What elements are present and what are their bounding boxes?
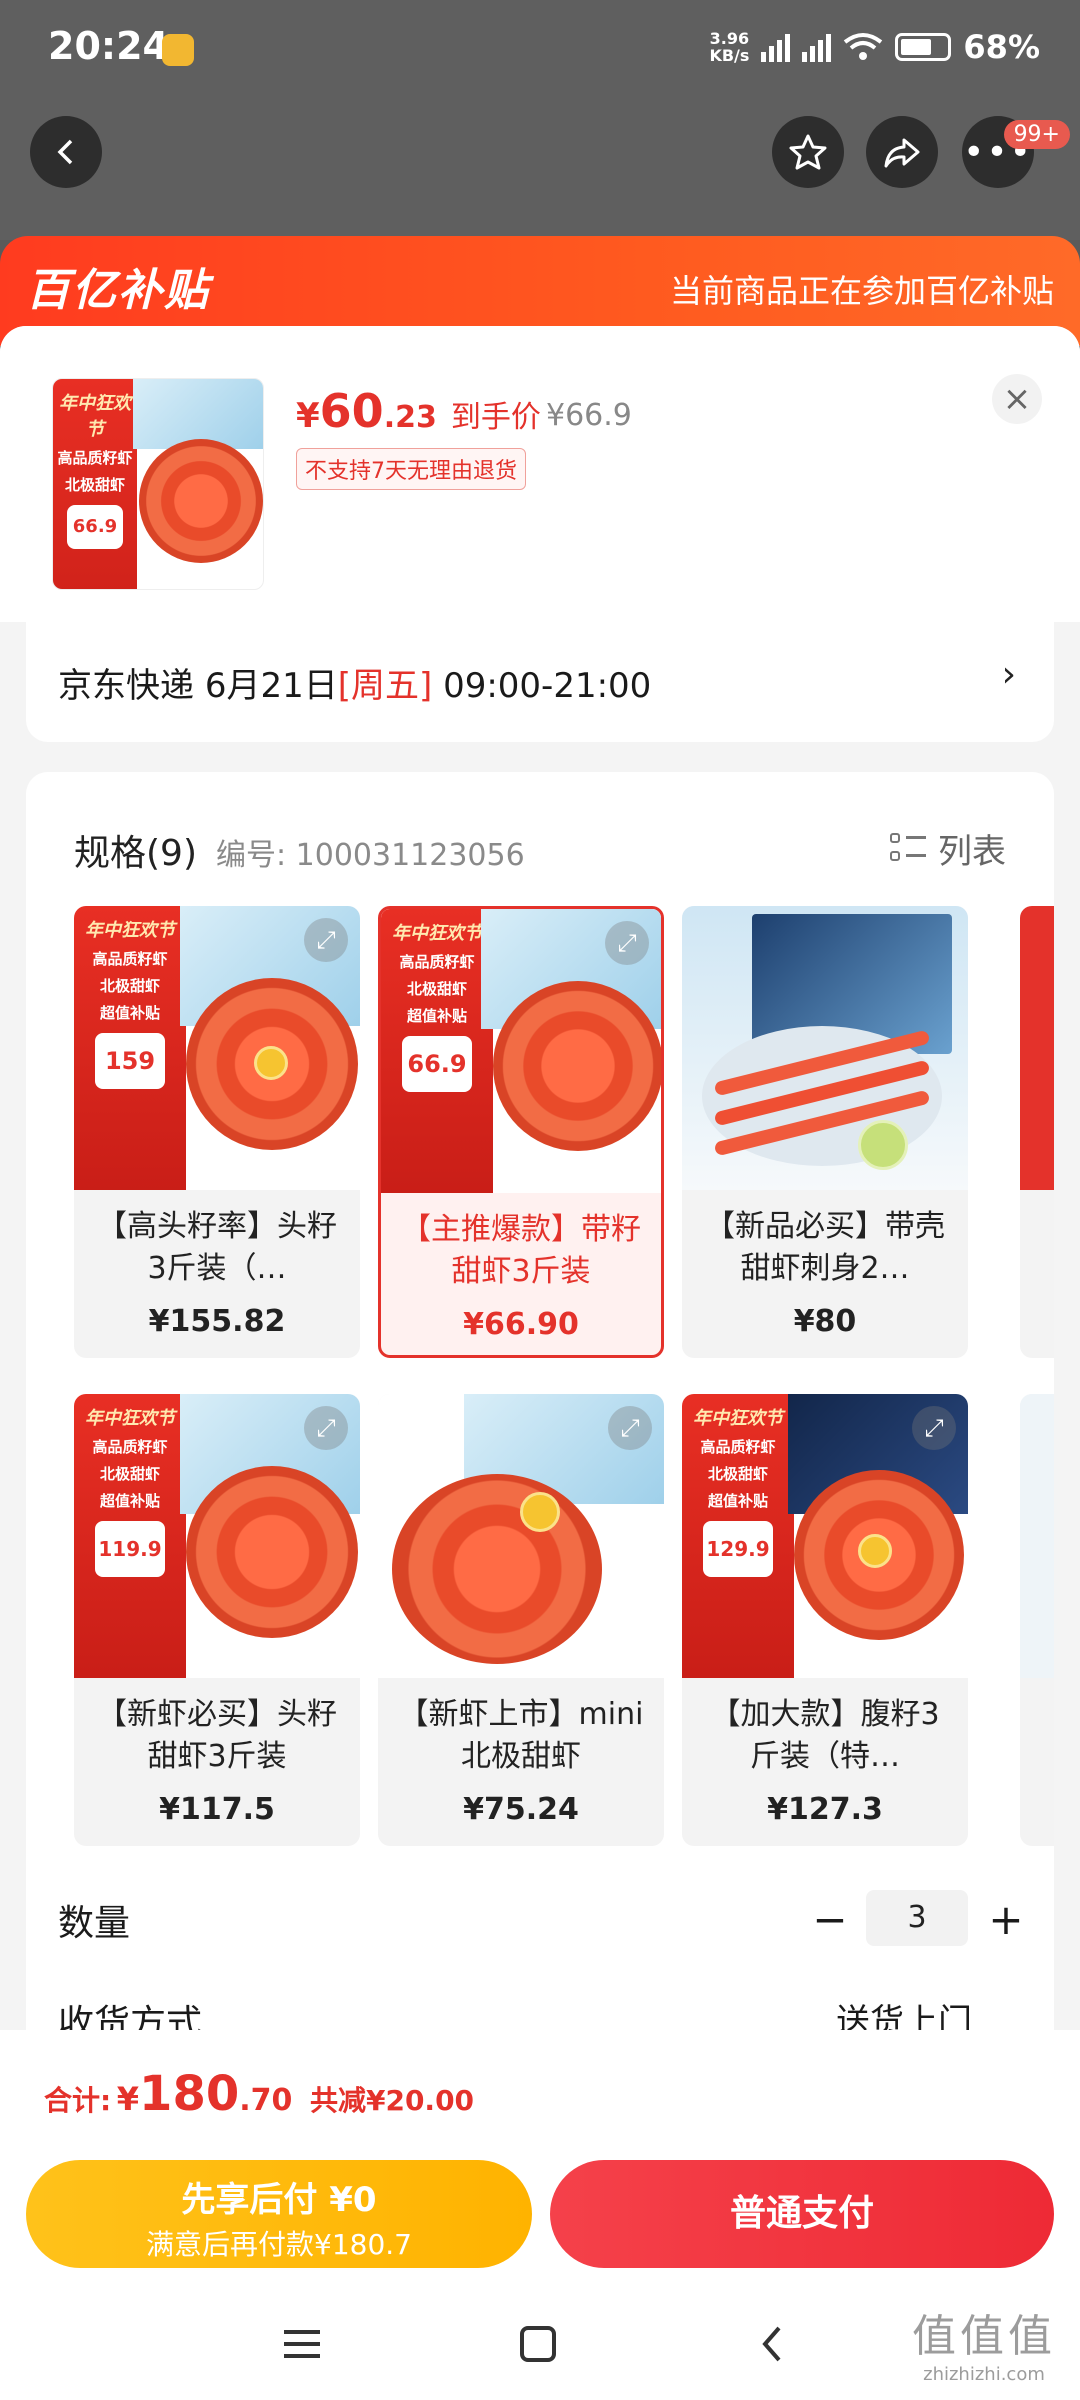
decrement-button[interactable]: − bbox=[808, 1890, 852, 1950]
sku-image: 年中狂欢节 高品质籽虾 北极甜虾 超值补贴 119.9 ⤢ bbox=[74, 1394, 360, 1678]
shipping-row[interactable]: 京东快递 6月21日[周五] 09:00-21:00 › bbox=[26, 622, 1054, 742]
site-watermark: 值值值 zhizhizhi.com bbox=[912, 2311, 1056, 2385]
network-speed: 3.96 KB/s bbox=[709, 29, 750, 65]
spec-section: 规格(9) 编号: 100031123056 列表 年中狂欢节 高品质籽虾 北极… bbox=[26, 772, 1054, 2072]
sku-name: 【高头籽率】头籽3斤装（… bbox=[97, 1209, 337, 1286]
status-bar: 20:24 3.96 KB/s 68% bbox=[0, 0, 1080, 100]
chevron-right-icon: › bbox=[1001, 654, 1016, 695]
total-discount: 共减¥20.00 bbox=[309, 2084, 475, 2117]
back-arrow-icon bbox=[57, 139, 73, 165]
share-button[interactable] bbox=[866, 116, 938, 188]
clock: 20:24 bbox=[48, 24, 169, 68]
sku-card-peek[interactable] bbox=[1020, 1394, 1054, 1846]
sku-price: ¥117.5 bbox=[159, 1792, 275, 1827]
menu-nav-button[interactable] bbox=[272, 2314, 332, 2374]
battery-icon bbox=[895, 33, 952, 61]
sku-card[interactable]: ⤢ 【新虾上市】mini北极甜虾 ¥75.24 bbox=[378, 1394, 664, 1846]
ship-date: 6月21日 bbox=[204, 666, 338, 706]
home-nav-button[interactable] bbox=[508, 2314, 568, 2374]
delivery-value: 送货上门 bbox=[836, 2002, 972, 2030]
star-icon bbox=[789, 134, 827, 170]
status-indicators: 3.96 KB/s 68% bbox=[709, 28, 1040, 66]
delivery-method-row[interactable]: 收货方式 送货上门 bbox=[0, 1990, 1080, 2030]
deal-price: ¥60.23 到手价 bbox=[296, 384, 541, 438]
sku-price: ¥127.3 bbox=[767, 1792, 883, 1827]
ship-weekday: [周五] bbox=[337, 666, 433, 706]
list-view-toggle[interactable]: 列表 bbox=[890, 824, 1006, 873]
delivery-label: 收货方式 bbox=[58, 2003, 203, 2030]
home-square-icon bbox=[520, 2326, 556, 2362]
sku-name: 【新虾必买】头籽甜虾3斤装 bbox=[97, 1697, 337, 1774]
sku-price: ¥75.24 bbox=[463, 1792, 579, 1827]
spec-title: 规格(9) bbox=[74, 833, 197, 874]
wifi-icon bbox=[844, 33, 883, 60]
sku-price: ¥66.90 bbox=[463, 1307, 579, 1342]
sku-name: 【加大款】腹籽3斤装（特… bbox=[710, 1697, 940, 1774]
share-icon bbox=[884, 138, 920, 168]
expand-icon[interactable]: ⤢ bbox=[608, 1406, 652, 1450]
list-icon bbox=[890, 831, 926, 867]
close-button[interactable]: × bbox=[992, 374, 1042, 424]
message-badge: 99+ bbox=[1003, 120, 1070, 149]
pay-later-button[interactable]: 先享后付 ¥0 满意后再付款¥180.7 bbox=[26, 2160, 532, 2268]
product-header: 年中狂欢节 高品质籽虾 北极甜虾 66.9 ¥60.23 到手价 ¥66.9 不支… bbox=[0, 326, 1080, 622]
sku-card[interactable]: 【新品必买】带壳甜虾刺身2… ¥80 bbox=[682, 906, 968, 1358]
increment-button[interactable]: + bbox=[984, 1890, 1028, 1950]
notification-icon bbox=[162, 34, 194, 66]
product-thumbnail: 年中狂欢节 高品质籽虾 北极甜虾 66.9 bbox=[52, 378, 264, 590]
quantity-input[interactable] bbox=[866, 1890, 968, 1946]
carrier: 京东快递 bbox=[58, 666, 194, 706]
sku-card[interactable]: 年中狂欢节 高品质籽虾 北极甜虾 超值补贴 129.9 ⤢ 【加大款】腹籽3斤装… bbox=[682, 1394, 968, 1846]
subsidy-message: 当前商品正在参加百亿补贴 bbox=[669, 272, 1054, 310]
sku-image bbox=[682, 906, 968, 1190]
sku-image: 年中狂欢节 高品质籽虾 北极甜虾 超值补贴 159 ⤢ bbox=[74, 906, 360, 1190]
back-chevron-icon bbox=[762, 2326, 781, 2362]
signal-icon-2 bbox=[802, 32, 832, 62]
sku-name: 【主推爆款】带籽甜虾3斤装 bbox=[401, 1212, 641, 1289]
sku-price: ¥80 bbox=[793, 1304, 857, 1339]
sku-card-peek[interactable] bbox=[1020, 906, 1054, 1358]
sku-card[interactable]: 年中狂欢节 高品质籽虾 北极甜虾 超值补贴 159 ⤢ 【高头籽率】头籽3斤装（… bbox=[74, 906, 360, 1358]
favorite-button[interactable] bbox=[772, 116, 844, 188]
battery-level: 68% bbox=[963, 28, 1040, 66]
sku-price: ¥155.82 bbox=[148, 1304, 286, 1339]
expand-icon[interactable]: ⤢ bbox=[605, 921, 649, 965]
back-nav-button[interactable] bbox=[742, 2314, 802, 2374]
pay-now-button[interactable]: 普通支付 bbox=[550, 2160, 1054, 2268]
menu-icon bbox=[284, 2330, 320, 2358]
expand-icon[interactable]: ⤢ bbox=[304, 918, 348, 962]
no-return-tag: 不支持7天无理由退货 bbox=[296, 448, 526, 490]
sku-image: ⤢ bbox=[378, 1394, 664, 1678]
original-price: ¥66.9 bbox=[546, 398, 632, 433]
sku-image: 年中狂欢节 高品质籽虾 北极甜虾 超值补贴 66.9 ⤢ bbox=[381, 909, 661, 1193]
close-icon: × bbox=[1002, 379, 1032, 419]
sku-card-selected[interactable]: 年中狂欢节 高品质籽虾 北极甜虾 超值补贴 66.9 ⤢ 【主推爆款】带籽甜虾3… bbox=[378, 906, 664, 1358]
expand-icon[interactable]: ⤢ bbox=[912, 1406, 956, 1450]
back-button[interactable] bbox=[30, 116, 102, 188]
sku-card[interactable]: 年中狂欢节 高品质籽虾 北极甜虾 超值补贴 119.9 ⤢ 【新虾必买】头籽甜虾… bbox=[74, 1394, 360, 1846]
sku-name: 【新虾上市】mini北极甜虾 bbox=[398, 1697, 644, 1774]
quantity-row: 数量 − + bbox=[0, 1890, 1080, 1960]
ship-window: 09:00-21:00 bbox=[443, 666, 652, 706]
top-action-bar: ••• 99+ bbox=[0, 100, 1080, 240]
sku-image: 年中狂欢节 高品质籽虾 北极甜虾 超值补贴 129.9 ⤢ bbox=[682, 1394, 968, 1678]
signal-icon bbox=[761, 32, 791, 62]
quantity-label: 数量 bbox=[58, 1903, 131, 1944]
sku-name: 【新品必买】带壳甜虾刺身2… bbox=[705, 1209, 945, 1286]
order-total: 合计: ¥180.70 共减¥20.00 bbox=[44, 2066, 475, 2122]
subsidy-logo: 百亿补贴 bbox=[26, 265, 210, 316]
spec-code: 编号: 100031123056 bbox=[216, 838, 525, 873]
expand-icon[interactable]: ⤢ bbox=[304, 1406, 348, 1450]
